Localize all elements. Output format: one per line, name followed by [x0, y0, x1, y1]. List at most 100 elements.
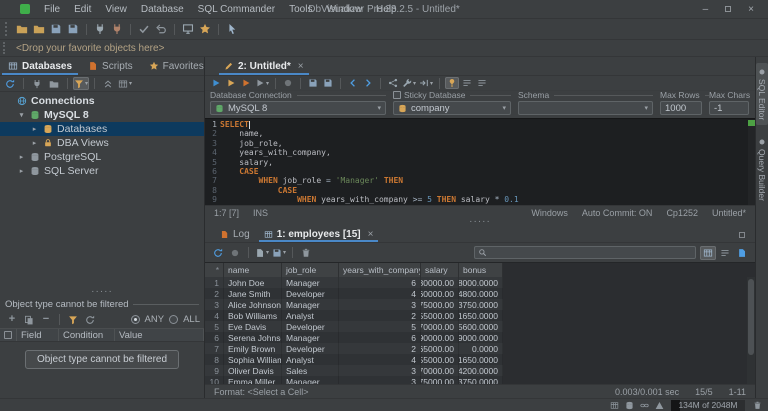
execute-current-icon[interactable]	[224, 77, 238, 89]
grid-cell[interactable]: 0.0000	[459, 343, 503, 354]
stop-icon[interactable]	[281, 77, 295, 89]
delete-row-icon[interactable]	[298, 246, 314, 260]
connect-icon[interactable]	[92, 22, 108, 37]
tab-log[interactable]: Log	[213, 227, 257, 242]
grid-cell[interactable]: 60000.00	[421, 288, 459, 299]
grid-cell[interactable]: 5	[339, 321, 421, 332]
filter-message-button[interactable]: Object type cannot be filtered	[25, 350, 179, 369]
tab-scripts[interactable]: Scripts	[80, 57, 141, 75]
disconnect-icon[interactable]	[109, 22, 125, 37]
collapse-all-icon[interactable]	[100, 77, 116, 90]
comment-icon[interactable]	[475, 77, 489, 89]
menu-database[interactable]: Database	[135, 4, 190, 15]
grid-cell[interactable]: 75000.00	[421, 376, 459, 384]
save-as-icon[interactable]	[321, 77, 335, 89]
chevron-right-icon[interactable]: ▸	[17, 167, 26, 175]
grid-cell[interactable]: Manager	[282, 277, 339, 288]
chevron-right-icon[interactable]: ▸	[30, 139, 39, 147]
grid-cell[interactable]: 70000.00	[421, 365, 459, 376]
grid-cell[interactable]: Manager	[282, 332, 339, 343]
refresh-icon[interactable]	[82, 312, 98, 327]
grid-cell[interactable]: 4800.0000	[459, 288, 503, 299]
pointer-icon[interactable]	[224, 22, 240, 37]
grid-cell[interactable]: 75000.00	[421, 299, 459, 310]
radio-all[interactable]	[169, 315, 178, 324]
grid-cell[interactable]: 3	[339, 299, 421, 310]
filter-icon[interactable]: ▾	[73, 77, 89, 90]
chevron-right-icon[interactable]: ▸	[30, 125, 39, 133]
results-splitter[interactable]: ·····	[205, 219, 755, 227]
save-icon[interactable]: ▾	[271, 246, 287, 260]
grid-cell[interactable]: 3	[339, 365, 421, 376]
menu-view[interactable]: View	[99, 4, 133, 15]
favorites-icon[interactable]	[197, 22, 213, 37]
grid-cell[interactable]: 5600.0000	[459, 321, 503, 332]
column-header-salary[interactable]: salary	[421, 263, 459, 277]
text-view-icon[interactable]	[717, 246, 733, 260]
alert-icon[interactable]	[652, 399, 666, 411]
save-icon[interactable]	[306, 77, 320, 89]
toolbar-drag-handle[interactable]	[5, 22, 9, 36]
grid-cell[interactable]: 55000.00	[421, 310, 459, 321]
refresh-icon[interactable]	[210, 246, 226, 260]
chevron-down-icon[interactable]: ▾	[17, 111, 26, 119]
database-connection-select[interactable]: MySQL 8 ▾	[210, 101, 386, 115]
grid-scrollbar[interactable]	[747, 277, 755, 384]
sql-commander-icon[interactable]	[180, 22, 196, 37]
auto-commit-indicator[interactable]: Auto Commit: ON	[582, 208, 653, 218]
grid-cell[interactable]: 1650.0000	[459, 354, 503, 365]
grid-cell[interactable]: 80000.00	[421, 277, 459, 288]
grid-cell[interactable]: Developer	[282, 288, 339, 299]
insert-row-icon[interactable]: ▾	[254, 246, 270, 260]
schema-select[interactable]: ▾	[518, 101, 653, 115]
tab-untitled-2[interactable]: 2: Untitled* ×	[217, 57, 311, 75]
grid-cell[interactable]: 4	[339, 354, 421, 365]
export-icon[interactable]	[734, 246, 750, 260]
grid-cell[interactable]: 3	[339, 376, 421, 384]
rollback-icon[interactable]	[153, 22, 169, 37]
database-icon[interactable]	[622, 399, 636, 411]
sidebar-panel-splitter[interactable]: ·····	[0, 289, 204, 298]
tree-item-sql-server[interactable]: ▸SQL Server	[0, 164, 204, 178]
maximize-button[interactable]	[724, 5, 732, 13]
tools-icon[interactable]: ▾	[401, 77, 417, 89]
grid-cell[interactable]: Serena Johnson	[224, 332, 282, 343]
grid-cell[interactable]: 2	[339, 343, 421, 354]
tree-item-dba-views[interactable]: ▸DBA Views	[0, 136, 204, 150]
execute-explain-icon[interactable]	[239, 77, 253, 89]
grid-cell[interactable]: 6	[339, 277, 421, 288]
editor-scrollbar[interactable]	[748, 120, 755, 205]
open-file-icon[interactable]	[14, 22, 30, 37]
grid-cell[interactable]: 65000.00	[421, 343, 459, 354]
sql-code[interactable]: SELECT name, job_role, years_with_compan…	[220, 120, 755, 205]
grid-cell[interactable]: 2	[205, 288, 224, 299]
memory-indicator[interactable]: 134M of 2048M	[671, 400, 745, 411]
refresh-icon[interactable]	[2, 77, 18, 90]
side-tab-query-builder[interactable]: Query Builder	[756, 133, 768, 206]
grid-cell[interactable]: 55000.00	[421, 354, 459, 365]
grid-cell[interactable]: 10	[205, 376, 224, 384]
column-header-bonus[interactable]: bonus	[459, 263, 503, 277]
filter-icon[interactable]	[65, 312, 81, 327]
grid-cell[interactable]: Bob Williams	[224, 310, 282, 321]
tree-item-mysql-8[interactable]: ▾MySQL 8	[0, 108, 204, 122]
grid-cell[interactable]: 4	[205, 310, 224, 321]
variables-icon[interactable]	[386, 77, 400, 89]
grid-cell[interactable]: Jane Smith	[224, 288, 282, 299]
grid-cell[interactable]: John Doe	[224, 277, 282, 288]
column-header-years-with-company[interactable]: years_with_company	[339, 263, 421, 277]
connection-new-icon[interactable]	[29, 77, 45, 90]
grid-corner-header[interactable]: *	[205, 263, 224, 277]
column-header-name[interactable]: name	[224, 263, 282, 277]
prev-icon[interactable]	[346, 77, 360, 89]
grid-cell[interactable]: Sales	[282, 365, 339, 376]
tab-1-employees-15[interactable]: 1: employees [15]×	[257, 227, 381, 242]
side-tab-sql-editor[interactable]: SQL Editor	[756, 63, 768, 125]
filter-select-all-checkbox[interactable]	[4, 331, 12, 339]
tree-item-connections[interactable]: Connections	[0, 94, 204, 108]
stop-icon[interactable]	[227, 246, 243, 260]
grid-cell[interactable]: Emily Brown	[224, 343, 282, 354]
commit-icon[interactable]	[136, 22, 152, 37]
next-icon[interactable]	[361, 77, 375, 89]
grid-cell[interactable]: Developer	[282, 343, 339, 354]
